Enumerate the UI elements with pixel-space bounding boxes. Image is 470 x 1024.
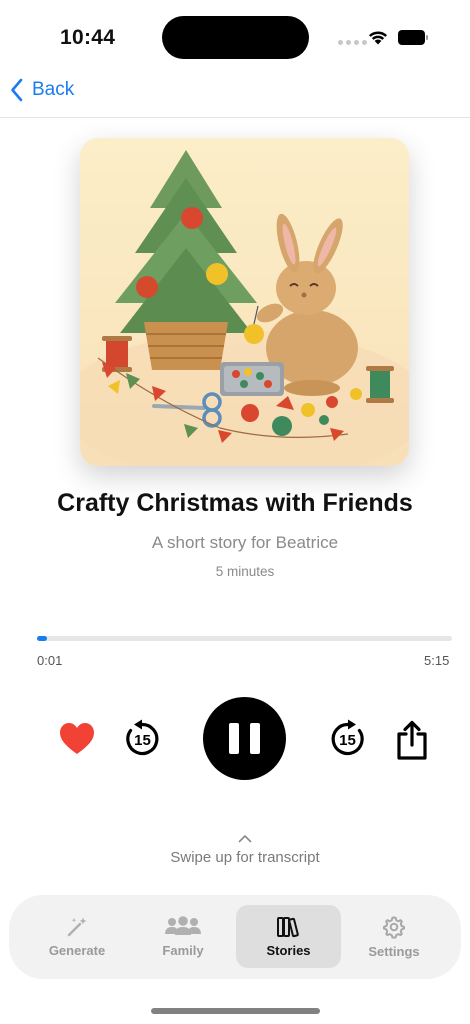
home-indicator xyxy=(151,1008,320,1014)
story-duration: 5 minutes xyxy=(215,564,275,579)
playback-scrubber[interactable] xyxy=(37,636,452,641)
share-icon xyxy=(397,720,427,760)
status-time: 10:44 xyxy=(60,26,116,49)
tab-settings[interactable]: Settings xyxy=(354,905,434,968)
status-bar: 10:44 xyxy=(0,0,470,76)
people-icon xyxy=(165,915,201,935)
back-button[interactable]: Back xyxy=(10,78,74,102)
share-button[interactable] xyxy=(394,719,430,761)
playback-progress-fill xyxy=(37,636,47,641)
transcript-hint[interactable]: Swipe up for transcript xyxy=(0,834,470,866)
heart-icon xyxy=(60,723,94,754)
cellular-signal-icon xyxy=(338,40,367,45)
bunny-christmas-tree-illustration xyxy=(80,138,409,466)
chevron-left-icon xyxy=(11,78,23,102)
tab-settings-label: Settings xyxy=(368,943,420,959)
forward-15-icon: 15 xyxy=(331,719,364,756)
story-artwork xyxy=(80,138,409,466)
back-label: Back xyxy=(32,79,75,100)
transcript-hint-label: Swipe up for transcript xyxy=(170,849,320,866)
total-time: 5:15 xyxy=(424,653,450,668)
books-icon xyxy=(276,916,299,937)
magic-wand-icon xyxy=(67,917,87,936)
dynamic-island xyxy=(162,16,309,59)
battery-icon xyxy=(398,30,429,45)
tab-family[interactable]: Family xyxy=(143,905,223,968)
elapsed-time: 0:01 xyxy=(37,653,63,668)
skip-back-button[interactable]: 15 xyxy=(122,719,162,759)
skip-forward-button[interactable]: 15 xyxy=(328,719,368,759)
favorite-button[interactable] xyxy=(58,720,96,758)
wifi-icon xyxy=(369,31,387,45)
gear-icon xyxy=(383,916,405,938)
rewind-seconds-label: 15 xyxy=(134,732,151,749)
story-title: Crafty Christmas with Friends xyxy=(57,489,413,517)
pause-button[interactable] xyxy=(203,697,286,780)
story-subtitle: A short story for Beatrice xyxy=(151,533,339,552)
tab-stories[interactable]: Stories xyxy=(236,905,341,968)
rewind-15-icon: 15 xyxy=(126,719,159,756)
tab-generate-label: Generate xyxy=(48,942,106,958)
chevron-up-icon xyxy=(238,835,252,843)
tab-stories-label: Stories xyxy=(266,942,311,958)
navigation-bar: Back xyxy=(0,76,470,118)
forward-seconds-label: 15 xyxy=(339,732,356,749)
tab-generate[interactable]: Generate xyxy=(37,905,117,968)
tab-bar: Generate Family Stories Settings xyxy=(9,895,461,979)
pause-icon xyxy=(229,723,239,754)
tab-family-label: Family xyxy=(162,942,204,958)
